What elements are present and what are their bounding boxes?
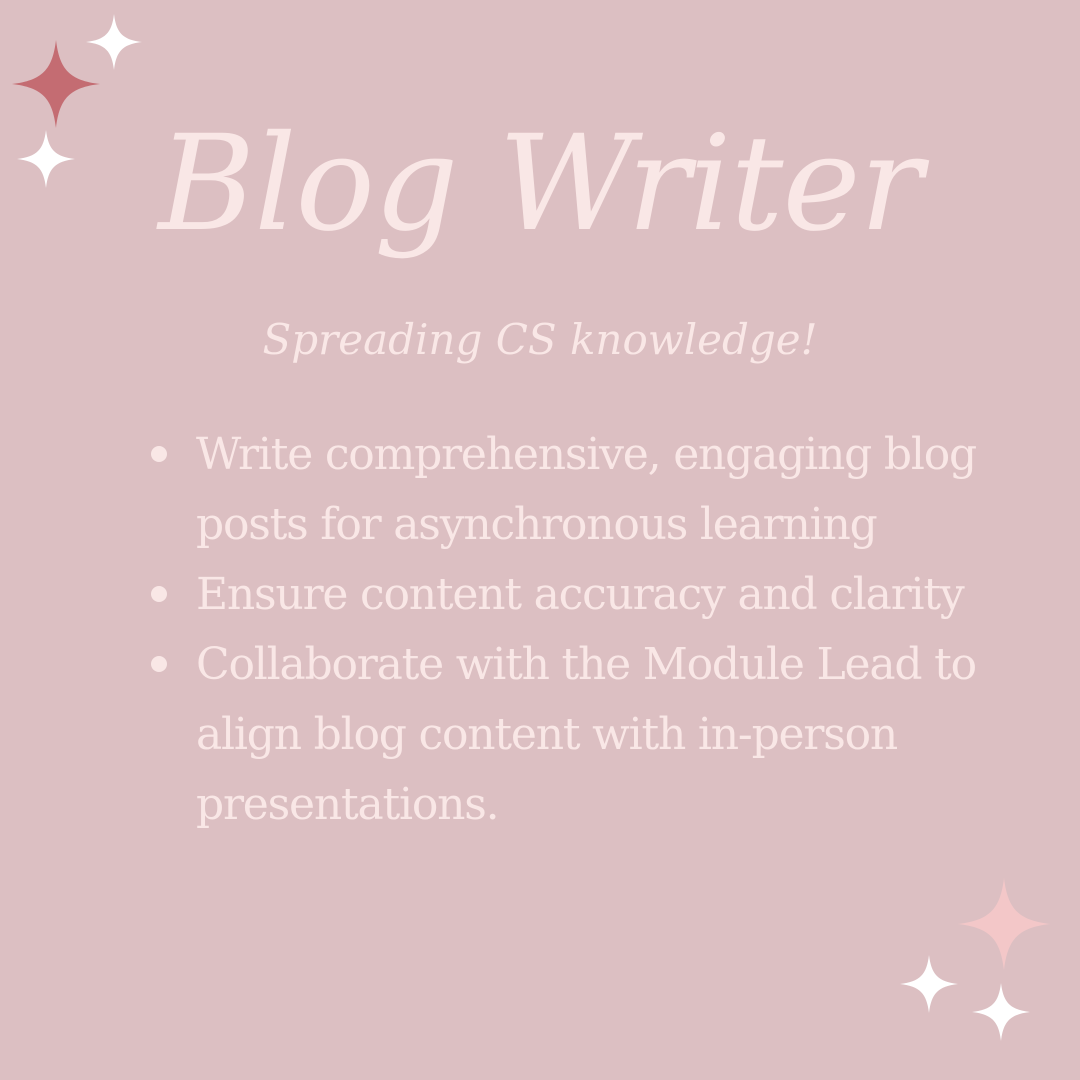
bullet-list: Write comprehensive, engaging blog posts… (140, 420, 1000, 840)
poster-canvas: Blog Writer Spreading CS knowledge! Writ… (0, 0, 1080, 1080)
sparkle-icon (900, 955, 958, 1013)
sparkle-icon (958, 878, 1050, 970)
subtitle: Spreading CS knowledge! (262, 315, 818, 364)
bullet-item-content-accuracy: Ensure content accuracy and clarity (140, 560, 1000, 630)
bullet-item-write-posts: Write comprehensive, engaging blog posts… (140, 420, 1000, 560)
sparkle-icon (972, 983, 1030, 1041)
bullet-text: Ensure content accuracy and clarity (196, 569, 965, 620)
bullet-text: Collaborate with the Module Lead to alig… (196, 639, 977, 830)
bullet-item-collaborate: Collaborate with the Module Lead to alig… (140, 630, 1000, 840)
bullet-text: Write comprehensive, engaging blog posts… (196, 429, 977, 550)
page-title: Blog Writer (158, 107, 922, 261)
sparkle-icon (86, 14, 142, 70)
